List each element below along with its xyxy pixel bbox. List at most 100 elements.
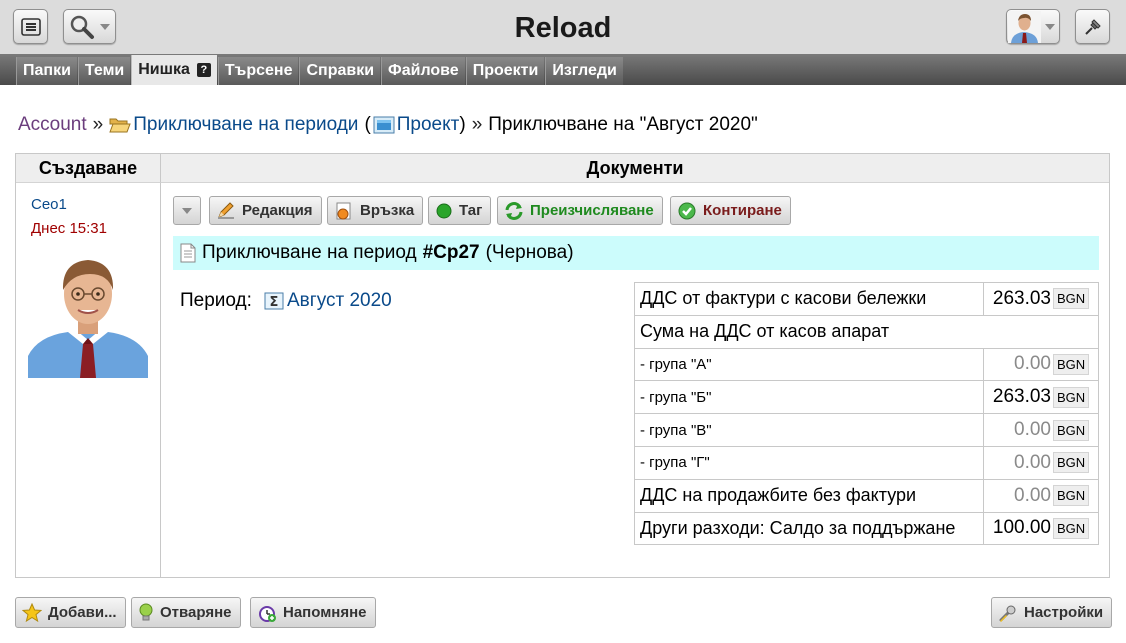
created-date: Днес 15:31 (31, 220, 107, 237)
settings-button-label: Настройки (1024, 604, 1104, 621)
breadcrumb-project[interactable]: Проект (397, 114, 460, 136)
open-button-label: Отваряне (160, 604, 232, 621)
pushpin-icon (1084, 18, 1101, 35)
currency-badge: BGN (1053, 517, 1090, 539)
currency-badge: BGN (1053, 288, 1090, 310)
tab-reports[interactable]: Справки (299, 57, 381, 85)
table-row: ДДС от фактури с касови бележки 263.03 BG… (634, 282, 1099, 316)
row-value: 0.00 (1014, 451, 1051, 473)
user-avatar-icon (1008, 10, 1041, 43)
tag-dot-icon (435, 202, 453, 220)
table-row: - група "Г" 0.00 BGN (634, 445, 1099, 480)
row-value: 0.00 (1014, 484, 1051, 506)
author-link[interactable]: Ceo1 (31, 196, 67, 213)
alarm-clock-icon (257, 603, 277, 623)
folder-open-icon (109, 118, 131, 133)
row-value-cell: 263.03 BGN (983, 282, 1099, 316)
row-label: - група "Г" (634, 445, 984, 480)
link-button[interactable]: Връзка (327, 196, 424, 225)
row-value: 0.00 (1014, 353, 1051, 375)
actions-dropdown-button[interactable] (173, 196, 201, 225)
row-label: ДДС на продажбите без фактури (634, 478, 984, 513)
period-value: Август 2020 (287, 290, 392, 311)
thread-table: Създаване Документи Ceo1 Днес 15:31 Реда… (15, 153, 1110, 578)
link-icon (334, 201, 354, 221)
recalculate-button-label: Преизчисляване (530, 202, 654, 219)
tab-files[interactable]: Файлове (381, 57, 465, 85)
tab-folders[interactable]: Папки (16, 57, 77, 85)
help-icon[interactable]: ? (196, 63, 211, 77)
row-value: 0.00 (1014, 419, 1051, 441)
tab-views[interactable]: Изгледи (545, 57, 623, 85)
chevron-down-icon (1045, 23, 1055, 30)
table-row: ДДС на продажбите без фактури 0.00 BGN (634, 478, 1099, 513)
table-row: - група "Б" 263.03 BGN (634, 380, 1099, 415)
breadcrumb-separator: » (92, 114, 104, 135)
period-icon: Σ (264, 292, 284, 310)
row-label: - група "Б" (634, 380, 984, 415)
recalculate-button[interactable]: Преизчисляване (497, 196, 663, 225)
breadcrumb-current: Приключване на "Август 2020" (488, 114, 758, 135)
reminder-button-label: Напомняне (283, 604, 367, 621)
breadcrumb-folder[interactable]: Приключване на периоди (133, 114, 358, 136)
breadcrumb: Account » Приключване на периоди ( Проек… (18, 114, 758, 136)
edit-button-label: Редакция (242, 202, 313, 219)
bulb-icon (138, 603, 154, 623)
app-title: Reload (514, 12, 612, 44)
svg-text:Σ: Σ (270, 295, 279, 310)
post-button[interactable]: Контиране (670, 196, 791, 225)
row-label: ДДС от фактури с касови бележки (634, 282, 984, 316)
search-button[interactable] (63, 9, 116, 44)
period-link[interactable]: Σ Август 2020 (264, 290, 392, 312)
tag-button[interactable]: Таг (428, 196, 492, 225)
settings-button[interactable]: Настройки (991, 597, 1113, 628)
refresh-icon (504, 201, 524, 221)
edit-button[interactable]: Редакция (209, 196, 322, 225)
row-value: 100.00 (992, 517, 1051, 539)
chevron-down-icon (182, 207, 192, 214)
currency-badge: BGN (1053, 353, 1090, 375)
breadcrumb-separator: » (471, 114, 483, 135)
breadcrumb-account[interactable]: Account (18, 114, 87, 136)
table-row: Сума на ДДС от касов апарат (634, 314, 1099, 349)
table-row: Други разходи: Салдо за поддържане 100.0… (634, 511, 1099, 546)
row-label: - група "А" (634, 347, 984, 382)
row-value-cell: 0.00 BGN (983, 413, 1099, 447)
wrench-icon (998, 603, 1018, 623)
currency-badge: BGN (1053, 452, 1090, 474)
check-circle-icon (677, 201, 697, 221)
column-divider (160, 183, 161, 577)
summary-grid: ДДС от фактури с касови бележки 263.03 BG… (634, 282, 1099, 546)
tab-thread-label: Нишка (138, 61, 190, 78)
hamburger-icon (20, 17, 41, 36)
magnifier-icon (70, 15, 94, 39)
user-menu-button[interactable] (1006, 9, 1060, 44)
open-button[interactable]: Отваряне (131, 597, 241, 628)
add-button[interactable]: Добави... (15, 597, 126, 628)
avatar (28, 248, 148, 378)
tab-search[interactable]: Търсене (217, 57, 299, 85)
document-title-text: Приключване на период (202, 242, 417, 263)
currency-badge: BGN (1053, 386, 1090, 408)
document-handle[interactable]: #Cp27 (423, 242, 480, 264)
table-row: - група "В" 0.00 BGN (634, 413, 1099, 447)
currency-badge: BGN (1053, 419, 1090, 441)
reminder-button[interactable]: Напомняне (250, 597, 376, 628)
column-header-created: Създаване (16, 154, 161, 183)
row-label: - група "В" (634, 413, 984, 447)
tab-topics[interactable]: Теми (77, 57, 131, 85)
row-value-cell: 100.00 BGN (983, 511, 1099, 546)
row-value: 263.03 (992, 287, 1051, 309)
tab-projects[interactable]: Проекти (465, 57, 545, 85)
document-status: (Чернова) (485, 242, 574, 263)
project-icon (373, 116, 395, 134)
pin-button[interactable] (1075, 9, 1110, 44)
table-row: - група "А" 0.00 BGN (634, 347, 1099, 382)
row-value-cell: 263.03 BGN (983, 380, 1099, 415)
period-label: Период: (180, 290, 252, 311)
row-value-cell: 0.00 BGN (983, 347, 1099, 382)
tab-thread[interactable]: Нишка ? (131, 55, 217, 85)
top-header: Reload (0, 0, 1126, 54)
main-menu-button[interactable] (13, 9, 48, 44)
document-title-bar: Приключване на период #Cp27 (Чернова) (173, 236, 1099, 270)
